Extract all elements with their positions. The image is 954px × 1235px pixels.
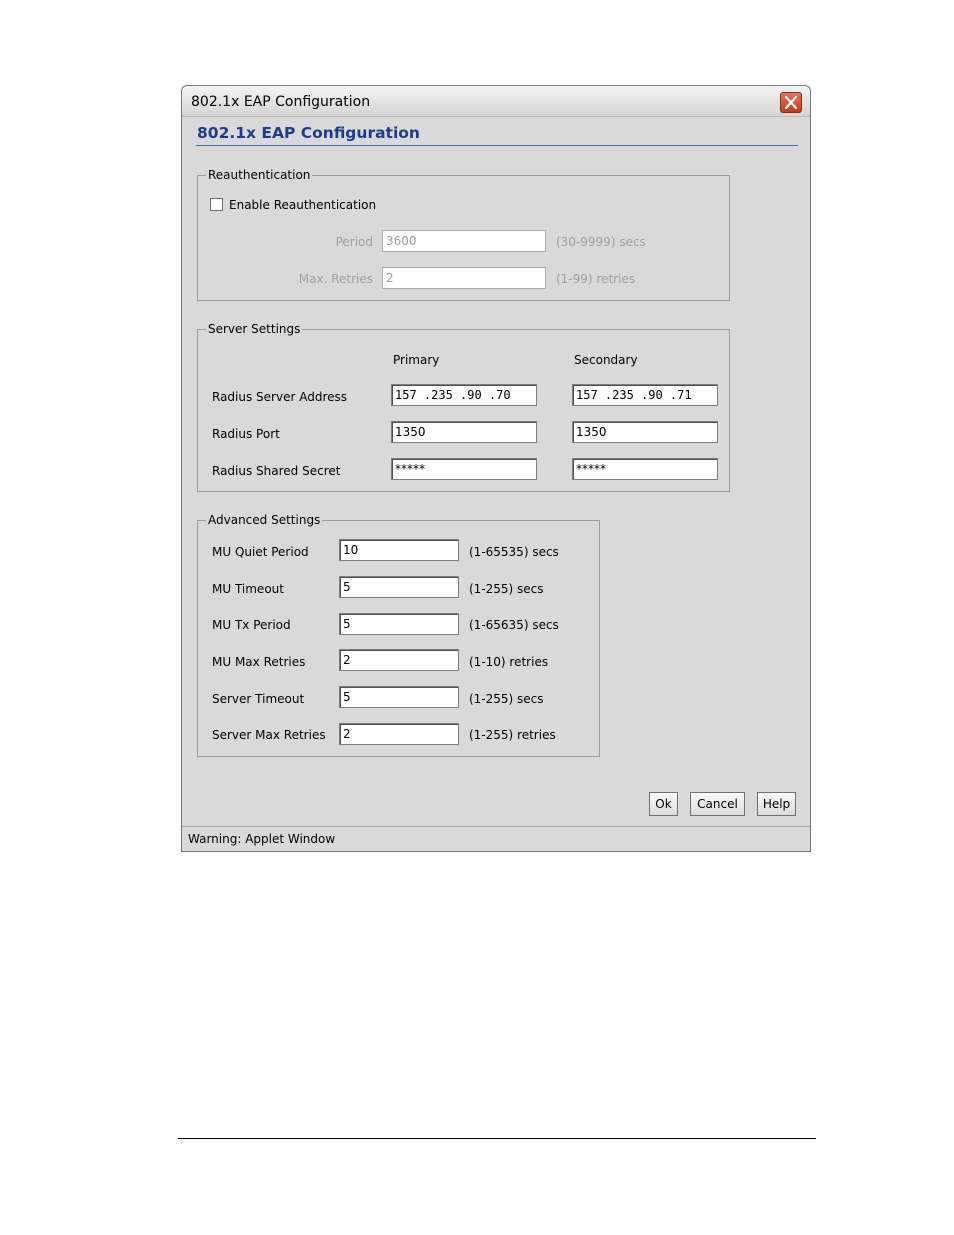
advanced-settings-legend: Advanced Settings [206, 513, 323, 527]
server-timeout-hint: (1-255) secs [469, 692, 544, 706]
max-retries-label: Max. Retries [298, 272, 373, 286]
status-bar: Warning: Applet Window [182, 826, 810, 852]
secondary-column-header: Secondary [574, 353, 638, 367]
advanced-settings-group: Advanced Settings MU Quiet Period 10 (1-… [197, 513, 600, 757]
radius-port-label: Radius Port [212, 427, 280, 441]
window-title-bar[interactable]: 802.1x EAP Configuration [182, 86, 810, 117]
period-label: Period [335, 235, 373, 249]
eap-config-window: 802.1x EAP Configuration 802.1x EAP Conf… [181, 85, 811, 852]
primary-column-header: Primary [393, 353, 440, 367]
radius-server-address-secondary-input[interactable]: 157 .235 .90 .71 [572, 384, 718, 406]
reauthentication-group: Reauthentication Enable Reauthentication… [197, 168, 730, 301]
mu-max-retries-input[interactable]: 2 [339, 649, 459, 671]
mu-quiet-period-label: MU Quiet Period [212, 545, 309, 559]
server-timeout-label: Server Timeout [212, 692, 305, 706]
radius-shared-secret-primary-input[interactable]: ***** [391, 458, 537, 480]
period-hint: (30-9999) secs [556, 235, 646, 249]
reauthentication-legend: Reauthentication [206, 168, 313, 182]
mu-quiet-period-hint: (1-65535) secs [469, 545, 559, 559]
mu-quiet-period-input[interactable]: 10 [339, 539, 459, 561]
mu-tx-period-input[interactable]: 5 [339, 613, 459, 635]
radius-shared-secret-secondary-input[interactable]: ***** [572, 458, 718, 480]
mu-tx-period-label: MU Tx Period [212, 618, 291, 632]
window-title: 802.1x EAP Configuration [191, 94, 371, 110]
cancel-button[interactable]: Cancel [690, 792, 745, 816]
mu-timeout-input[interactable]: 5 [339, 576, 459, 598]
ok-button[interactable]: Ok [649, 792, 678, 816]
mu-max-retries-label: MU Max Retries [212, 655, 306, 669]
mu-timeout-label: MU Timeout [212, 582, 284, 596]
server-timeout-input[interactable]: 5 [339, 686, 459, 708]
radius-server-address-label: Radius Server Address [212, 390, 348, 404]
applet-warning-text: Warning: Applet Window [188, 832, 336, 846]
radius-shared-secret-label: Radius Shared Secret [212, 464, 341, 478]
radius-port-primary-input[interactable]: 1350 [391, 421, 537, 443]
close-button[interactable] [780, 92, 802, 113]
server-settings-group: Server Settings Primary Secondary Radius… [197, 322, 730, 492]
server-max-retries-hint: (1-255) retries [469, 728, 556, 742]
page-footer-rule [178, 1138, 816, 1139]
help-button[interactable]: Help [757, 792, 796, 816]
server-settings-legend: Server Settings [206, 322, 303, 336]
page-title: 802.1x EAP Configuration [197, 124, 420, 142]
radius-server-address-primary-input[interactable]: 157 .235 .90 .70 [391, 384, 537, 406]
radius-port-secondary-input[interactable]: 1350 [572, 421, 718, 443]
server-max-retries-label: Server Max Retries [212, 728, 326, 742]
max-retries-input[interactable]: 2 [382, 267, 546, 289]
max-retries-hint: (1-99) retries [556, 272, 636, 286]
enable-reauthentication-checkbox[interactable] [210, 198, 223, 211]
mu-tx-period-hint: (1-65635) secs [469, 618, 559, 632]
mu-timeout-hint: (1-255) secs [469, 582, 544, 596]
enable-reauthentication-label: Enable Reauthentication [229, 198, 377, 212]
server-max-retries-input[interactable]: 2 [339, 723, 459, 745]
header-divider [196, 145, 798, 146]
mu-max-retries-hint: (1-10) retries [469, 655, 549, 669]
close-icon [785, 96, 797, 109]
period-input[interactable]: 3600 [382, 230, 546, 252]
